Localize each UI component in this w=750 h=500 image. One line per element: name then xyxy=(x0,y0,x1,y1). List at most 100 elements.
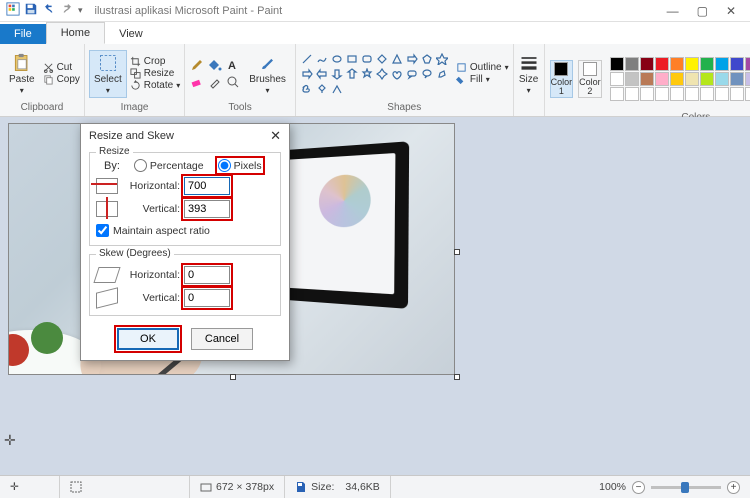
color-swatch[interactable] xyxy=(625,87,639,101)
size-button[interactable]: Size▾ xyxy=(516,53,542,95)
tab-home[interactable]: Home xyxy=(46,22,105,44)
clipboard-label: Clipboard xyxy=(4,101,80,114)
selection-handle-icon[interactable] xyxy=(454,249,460,255)
text-tool-icon[interactable]: A xyxy=(225,58,240,73)
color-swatch[interactable] xyxy=(715,87,729,101)
rotate-button[interactable]: Rotate▾ xyxy=(130,80,180,91)
pixels-radio[interactable]: Pixels xyxy=(218,159,262,172)
skew-vertical-input[interactable] xyxy=(184,289,230,307)
shapes-gallery[interactable] xyxy=(300,52,449,96)
crop-button[interactable]: Crop xyxy=(130,56,180,67)
color-swatch[interactable] xyxy=(700,87,714,101)
pencil-tool-icon[interactable] xyxy=(189,58,204,73)
color-swatch[interactable] xyxy=(610,57,624,71)
window-title: ilustrasi aplikasi Microsoft Paint - Pai… xyxy=(89,5,653,17)
shape-fill-button[interactable]: Fill▾ xyxy=(456,74,509,85)
color-swatch[interactable] xyxy=(700,72,714,86)
percentage-radio[interactable]: Percentage xyxy=(134,159,204,172)
tab-file[interactable]: File xyxy=(0,24,46,44)
select-label: Select xyxy=(94,74,122,85)
color-swatch[interactable] xyxy=(670,57,684,71)
group-clipboard: Paste▾ Cut Copy Clipboard xyxy=(0,44,85,116)
skew-h-label: Horizontal: xyxy=(122,269,180,281)
brushes-label: Brushes xyxy=(249,74,286,85)
group-tools: A Brushes▾ Tools xyxy=(185,44,296,116)
shapes-label: Shapes xyxy=(300,101,509,114)
zoom-slider[interactable] xyxy=(651,486,721,489)
save-icon[interactable] xyxy=(24,2,38,19)
maintain-aspect-checkbox[interactable] xyxy=(96,224,109,237)
color-swatch[interactable] xyxy=(655,87,669,101)
color-swatch[interactable] xyxy=(625,57,639,71)
color-palette[interactable] xyxy=(610,57,750,101)
color2-button[interactable]: Color 2 xyxy=(578,60,602,98)
color-swatch[interactable] xyxy=(640,57,654,71)
color-swatch[interactable] xyxy=(685,87,699,101)
color-swatch[interactable] xyxy=(640,87,654,101)
minimize-button[interactable]: — xyxy=(667,4,679,18)
zoom-in-button[interactable]: + xyxy=(727,481,740,494)
cursor-pos: ✛ xyxy=(0,476,60,498)
fill-tool-icon[interactable] xyxy=(207,58,222,73)
cut-button[interactable]: Cut xyxy=(43,62,80,73)
color-swatch[interactable] xyxy=(700,57,714,71)
skew-horizontal-input[interactable] xyxy=(184,266,230,284)
select-button[interactable]: Select▾ xyxy=(89,50,127,98)
color-swatch[interactable] xyxy=(610,72,624,86)
color-swatch[interactable] xyxy=(730,57,744,71)
tab-view[interactable]: View xyxy=(105,24,157,44)
ribbon: Paste▾ Cut Copy Clipboard Select▾ Crop R… xyxy=(0,44,750,117)
color1-button[interactable]: Color 1 xyxy=(550,60,574,98)
resize-h-label: Horizontal: xyxy=(122,180,180,192)
color-swatch[interactable] xyxy=(715,57,729,71)
shape-outline-button[interactable]: Outline▾ xyxy=(456,62,509,73)
color-swatch[interactable] xyxy=(745,72,750,86)
canvas-area: Resize and Skew ✕ Resize By: Percentage … xyxy=(0,117,750,475)
resize-vertical-input[interactable] xyxy=(184,200,230,218)
color-swatch[interactable] xyxy=(685,72,699,86)
color-swatch[interactable] xyxy=(610,87,624,101)
selection-handle-icon[interactable] xyxy=(230,374,236,380)
qat-dropdown-icon[interactable]: ▾ xyxy=(78,5,83,16)
resize-skew-dialog: Resize and Skew ✕ Resize By: Percentage … xyxy=(80,123,290,361)
resize-legend: Resize xyxy=(96,146,133,157)
app-icon xyxy=(6,2,20,19)
color-swatch[interactable] xyxy=(730,87,744,101)
title-bar: ▾ ilustrasi aplikasi Microsoft Paint - P… xyxy=(0,0,750,22)
color-swatch[interactable] xyxy=(745,87,750,101)
eraser-tool-icon[interactable] xyxy=(189,75,204,90)
color-swatch[interactable] xyxy=(670,87,684,101)
zoom-out-button[interactable]: − xyxy=(632,481,645,494)
color-swatch[interactable] xyxy=(745,57,750,71)
color-swatch[interactable] xyxy=(730,72,744,86)
cancel-button[interactable]: Cancel xyxy=(191,328,253,350)
group-image: Select▾ Crop Resize Rotate▾ Image xyxy=(85,44,185,116)
picker-tool-icon[interactable] xyxy=(207,75,222,90)
skew-fieldset: Skew (Degrees) Horizontal: Vertical: xyxy=(89,254,281,316)
color-swatch[interactable] xyxy=(670,72,684,86)
color-swatch[interactable] xyxy=(715,72,729,86)
redo-icon[interactable] xyxy=(60,2,74,19)
close-button[interactable]: ✕ xyxy=(726,4,736,18)
group-size: Size▾ xyxy=(514,44,545,116)
color-swatch[interactable] xyxy=(640,72,654,86)
brushes-button[interactable]: Brushes▾ xyxy=(244,51,291,97)
copy-button[interactable]: Copy xyxy=(43,74,80,85)
selection-handle-icon[interactable] xyxy=(454,374,460,380)
window-controls: — ▢ ✕ xyxy=(653,4,750,18)
paste-button[interactable]: Paste▾ xyxy=(4,51,40,97)
resize-button[interactable]: Resize xyxy=(130,68,180,79)
magnifier-tool-icon[interactable] xyxy=(225,75,240,90)
ok-button[interactable]: OK xyxy=(117,328,179,350)
undo-icon[interactable] xyxy=(42,2,56,19)
selection-size xyxy=(60,476,190,498)
color-swatch[interactable] xyxy=(625,72,639,86)
dialog-close-button[interactable]: ✕ xyxy=(270,128,281,144)
color-swatch[interactable] xyxy=(685,57,699,71)
color-swatch[interactable] xyxy=(655,57,669,71)
maximize-button[interactable]: ▢ xyxy=(697,4,708,18)
resize-horizontal-input[interactable] xyxy=(184,177,230,195)
skew-v-label: Vertical: xyxy=(122,292,180,304)
dialog-title: Resize and Skew xyxy=(89,130,174,142)
color-swatch[interactable] xyxy=(655,72,669,86)
